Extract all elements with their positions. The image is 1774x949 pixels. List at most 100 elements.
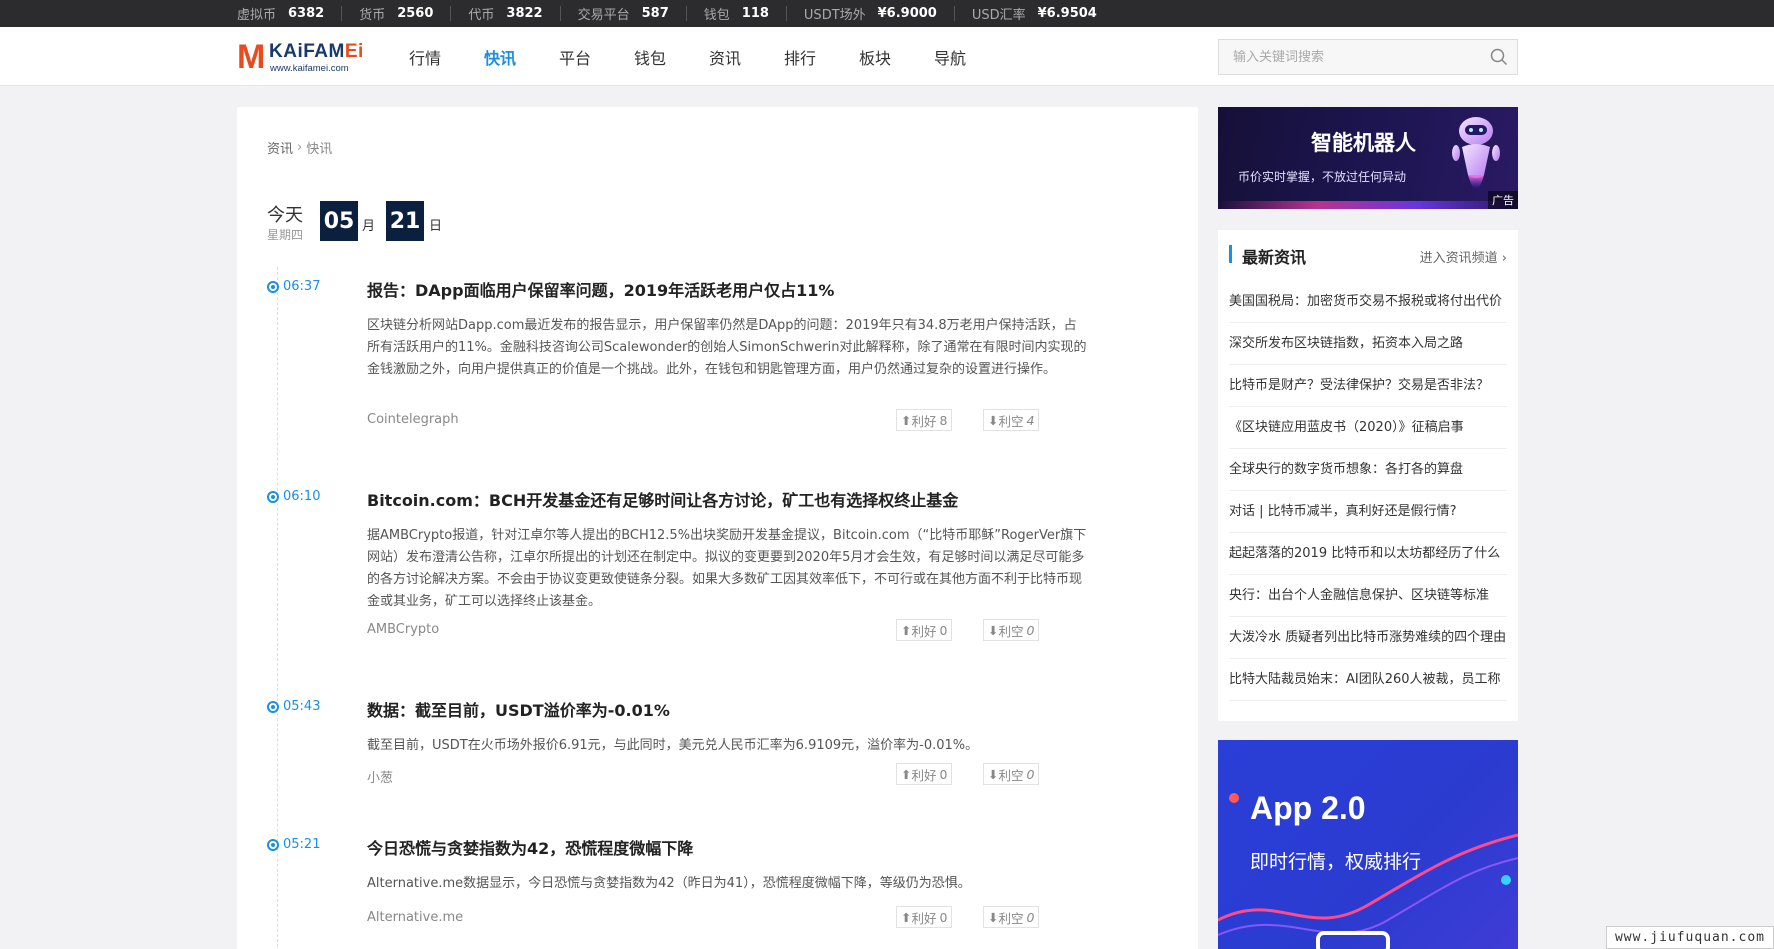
latest-news-item[interactable]: 《区块链应用蓝皮书（2020）》征稿启事	[1229, 407, 1507, 449]
stat-value: ¥6.9000	[877, 6, 937, 21]
search-icon[interactable]	[1490, 48, 1508, 66]
latest-news-panel: 最新资讯 进入资讯频道 › 美国国税局：加密货币交易不报税或将付出代价 深交所发布…	[1218, 230, 1518, 721]
nav-item-news[interactable]: 资讯	[709, 45, 784, 69]
bullish-vote-button[interactable]: ⬆ 利好 0	[896, 619, 953, 641]
site-logo[interactable]: M KAiFAMEi www.kaifamei.com	[237, 39, 367, 75]
breadcrumb-current: 快讯	[306, 142, 333, 157]
main-nav: 行情 快讯 平台 钱包 资讯 排行 板块 导航	[409, 27, 1009, 86]
stat-item[interactable]: 虚拟币 6382	[237, 6, 341, 23]
date-today: 今天	[267, 205, 303, 226]
latest-news-item[interactable]: 大泼冷水 质疑者列出比特币涨势难续的四个理由	[1229, 617, 1507, 659]
stat-label: 货币	[359, 8, 386, 23]
robot-icon	[1452, 117, 1500, 189]
top-stats-bar: 虚拟币 6382 货币 2560 代币 3822 交易平台 587 钱包 118 USDT场外 ¥6.…	[0, 0, 1774, 27]
arrow-up-icon: ⬆	[901, 766, 912, 782]
stat-label: 虚拟币	[237, 8, 277, 23]
bullish-vote-button[interactable]: ⬆ 利好 0	[896, 763, 953, 785]
stat-item[interactable]: 交易平台 587	[559, 6, 686, 23]
date-month: 05	[320, 201, 358, 241]
news-title[interactable]: 报告：DApp面临用户保留率问题，2019年活跃老用户仅占11%	[367, 277, 834, 301]
stat-item[interactable]: USD汇率 ¥6.9504	[953, 6, 1114, 23]
breadcrumb-separator-icon: ›	[297, 140, 303, 155]
stat-value: 587	[641, 6, 669, 21]
news-item: 05:21 今日恐慌与贪婪指数为42，恐慌程度微幅下降 Alternative.…	[267, 835, 1087, 935]
date-month-unit: 月	[362, 219, 376, 234]
stat-label: USDT场外	[803, 8, 866, 23]
news-description: 区块链分析网站Dapp.com最近发布的报告显示，用户保留率仍然是DApp的问题…	[367, 318, 1087, 377]
ad-subtitle: 币价实时掌握，不放过任何异动	[1238, 170, 1407, 184]
nav-item-exchange[interactable]: 平台	[559, 45, 634, 69]
app-ad-headline: App 2.0	[1250, 790, 1366, 826]
news-item: 05:43 数据：截至目前，USDT溢价率为-0.01% 截至目前，USDT在火…	[267, 697, 1087, 787]
arrow-down-icon: ⬇	[988, 412, 999, 428]
latest-news-item[interactable]: 起起落落的2019 比特币和以太坊都经历了什么	[1229, 533, 1507, 575]
latest-news-header: 最新资讯 进入资讯频道 ›	[1229, 244, 1507, 267]
latest-news-item[interactable]: 央行：出台个人金融信息保护、区块链等标准	[1229, 575, 1507, 617]
stat-value: 3822	[506, 6, 543, 21]
nav-item-flash[interactable]: 快讯	[484, 45, 559, 69]
bullish-vote-button[interactable]: ⬆ 利好 0	[896, 906, 953, 928]
news-title[interactable]: 今日恐慌与贪婪指数为42，恐慌程度微幅下降	[367, 835, 693, 859]
latest-news-item[interactable]: 深交所发布区块链指数，拓资本入局之路	[1229, 323, 1507, 365]
logo-url: www.kaifamei.com	[270, 63, 349, 74]
date-day-unit: 日	[429, 219, 443, 234]
latest-news-item[interactable]: 美国国税局：加密货币交易不报税或将付出代价	[1229, 281, 1507, 323]
app-ad-subtitle: 即时行情，权威排行	[1250, 851, 1422, 873]
nav-item-market[interactable]: 行情	[409, 45, 484, 69]
stat-item[interactable]: 钱包 118	[685, 6, 786, 23]
nav-item-sector[interactable]: 板块	[859, 45, 934, 69]
arrow-up-icon: ⬆	[901, 412, 912, 428]
news-title[interactable]: 数据：截至目前，USDT溢价率为-0.01%	[367, 697, 670, 721]
news-time: 06:37	[267, 279, 320, 294]
more-news-link[interactable]: 进入资讯频道 ›	[1420, 247, 1507, 266]
nav-item-ranking[interactable]: 排行	[784, 45, 859, 69]
clock-dot-icon	[267, 280, 279, 293]
stat-value: 2560	[397, 6, 434, 21]
search-input[interactable]	[1219, 40, 1469, 74]
ad-headline: 智能机器人	[1311, 131, 1416, 155]
news-description: Alternative.me数据显示，今日恐慌与贪婪指数为42（昨日为41），恐…	[367, 876, 971, 891]
arrow-up-icon: ⬆	[901, 622, 912, 638]
stat-item[interactable]: 货币 2560	[341, 6, 450, 23]
bearish-vote-button[interactable]: ⬇ 利空 4	[983, 409, 1040, 431]
news-source: Alternative.me	[367, 910, 464, 925]
latest-news-item[interactable]: 比特币是财产？受法律保护？交易是否非法？	[1229, 365, 1507, 407]
watermark: www.jiufuquan.com	[1605, 926, 1774, 949]
news-time: 06:10	[267, 489, 320, 504]
news-item: 06:10 Bitcoin.com：BCH开发基金还有足够时间让各方讨论，矿工也…	[267, 487, 1087, 657]
stat-label: 钱包	[703, 8, 730, 23]
app-ad-banner[interactable]: App 2.0 即时行情，权威排行	[1218, 740, 1518, 949]
clock-dot-icon	[267, 700, 279, 713]
news-time: 05:43	[267, 699, 320, 714]
stats-list: 虚拟币 6382 货币 2560 代币 3822 交易平台 587 钱包 118 USDT场外 ¥6.…	[237, 0, 1114, 27]
section-accent-bar	[1229, 245, 1232, 263]
bearish-vote-button[interactable]: ⬇ 利空 0	[983, 906, 1040, 928]
stat-item[interactable]: 代币 3822	[450, 6, 559, 23]
stat-item[interactable]: USDT场外 ¥6.9000	[785, 6, 954, 23]
stat-value: 6382	[288, 6, 325, 21]
latest-news-item[interactable]: 对话 | 比特币减半，真利好还是假行情?	[1229, 491, 1507, 533]
arrow-down-icon: ⬇	[988, 909, 999, 925]
flash-news-panel: 资讯 › 快讯 今天 星期四 05 月 21 日 06:37 报告：DApp面临…	[237, 107, 1198, 949]
news-item: 06:37 报告：DApp面临用户保留率问题，2019年活跃老用户仅占11% 区…	[267, 277, 1087, 447]
latest-news-item[interactable]: 全球央行的数字货币想象：各打各的算盘	[1229, 449, 1507, 491]
date-day: 21	[386, 201, 424, 241]
bullish-vote-button[interactable]: ⬆ 利好 8	[896, 409, 953, 431]
stat-value: ¥6.9504	[1037, 6, 1097, 21]
nav-item-wallet[interactable]: 钱包	[634, 45, 709, 69]
bearish-vote-button[interactable]: ⬇ 利空 0	[983, 763, 1040, 785]
arrow-up-icon: ⬆	[901, 909, 912, 925]
news-title[interactable]: Bitcoin.com：BCH开发基金还有足够时间让各方讨论，矿工也有选择权终止…	[367, 487, 958, 511]
breadcrumb-root[interactable]: 资讯	[267, 138, 293, 157]
bearish-vote-button[interactable]: ⬇ 利空 0	[983, 619, 1040, 641]
stat-label: 代币	[468, 8, 495, 23]
wave-decoration-icon	[1218, 793, 1518, 949]
nav-item-directory[interactable]: 导航	[934, 45, 1009, 69]
arrow-down-icon: ⬇	[988, 766, 999, 782]
stat-label: USD汇率	[971, 8, 1026, 23]
logo-mark: M	[237, 38, 265, 76]
robot-ad-banner[interactable]: 智能机器人 币价实时掌握，不放过任何异动 广告	[1218, 107, 1518, 209]
arrow-down-icon: ⬇	[988, 622, 999, 638]
latest-news-item[interactable]: 比特大陆裁员始末：AI团队260人被裁，员工称	[1229, 659, 1507, 701]
news-source: Cointelegraph	[367, 412, 459, 427]
